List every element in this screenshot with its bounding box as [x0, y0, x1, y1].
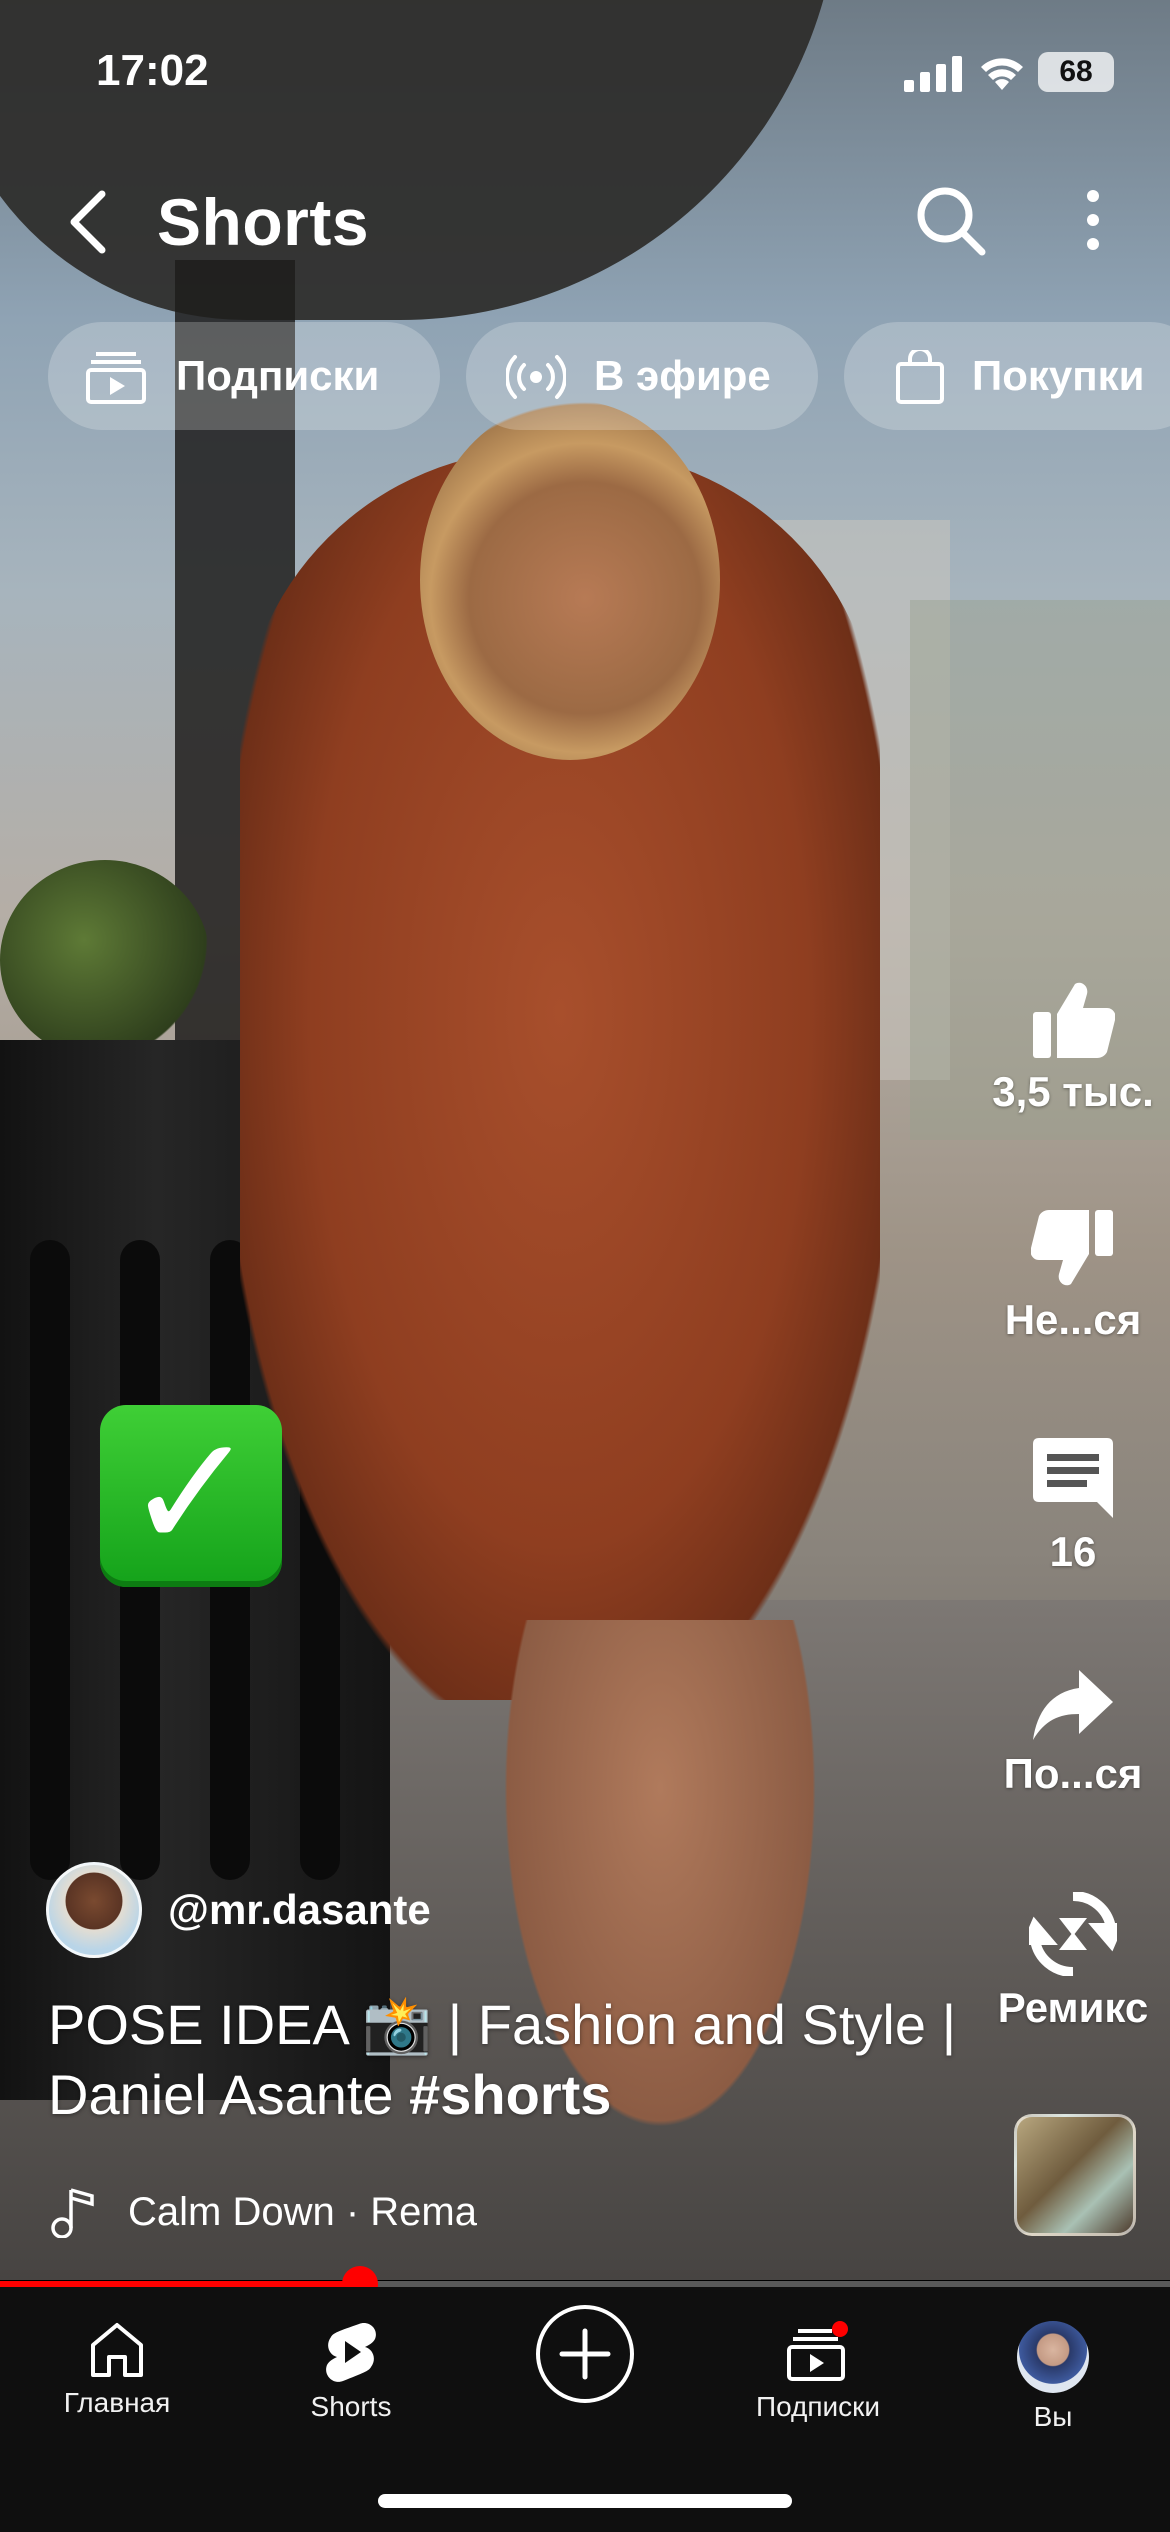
channel-avatar[interactable] [46, 1862, 142, 1958]
chip-label: Подписки [176, 352, 380, 399]
like-button[interactable]: 3,5 тыс. [963, 980, 1170, 1116]
nav-label: Вы [1033, 2401, 1073, 2432]
create-plus-icon [559, 2328, 611, 2380]
chip-live[interactable]: В эфире [466, 322, 818, 430]
share-arrow-icon [1033, 1670, 1113, 1740]
music-title: Calm Down · Rema [128, 2190, 477, 2234]
dislike-button[interactable]: Не...ся [963, 1208, 1170, 1344]
status-time: 17:02 [96, 46, 209, 95]
live-broadcast-icon [506, 355, 566, 399]
thumbs-up-icon [1033, 982, 1115, 1058]
video-title[interactable]: POSE IDEA 📸 | Fashion and Style | Daniel… [48, 1990, 988, 2130]
like-count: 3,5 тыс. [992, 1068, 1154, 1115]
chip-subscriptions[interactable]: Подписки [48, 322, 440, 430]
nav-item-you[interactable]: Вы [936, 2307, 1170, 2457]
nav-label: Главная [63, 2387, 171, 2418]
chip-shopping[interactable]: Покупки [844, 322, 1170, 430]
subscriptions-icon [787, 2321, 848, 2381]
search-icon[interactable] [912, 182, 988, 258]
create-button[interactable] [536, 2305, 634, 2403]
remix-icon [1029, 1892, 1117, 1976]
subscriptions-icon [86, 352, 146, 404]
checkmark-emoji: ✓ [100, 1405, 282, 1587]
wifi-icon [981, 58, 1023, 90]
remix-sound-thumbnail[interactable] [1014, 2114, 1136, 2236]
shorts-icon [326, 2323, 376, 2382]
shorts-screen: ✓ 17:02 68 Shorts Подписки В эфире Покуп… [0, 0, 1170, 2532]
share-label: По...ся [1003, 1750, 1143, 1797]
home-icon [91, 2323, 143, 2377]
shopping-bag-icon [896, 350, 944, 404]
nav-item-shorts[interactable]: Shorts [234, 2307, 468, 2457]
nav-item-home[interactable]: Главная [0, 2307, 234, 2457]
comment-count: 16 [1049, 1528, 1097, 1575]
comments-button[interactable]: 16 [963, 1436, 1170, 1576]
share-button[interactable]: По...ся [963, 1668, 1170, 1798]
battery-icon: 68 [1038, 52, 1114, 92]
page-title: Shorts [157, 185, 370, 259]
nav-item-subscriptions[interactable]: Подписки [701, 2307, 935, 2457]
cellular-signal-icon [904, 56, 962, 92]
back-arrow-icon[interactable] [56, 182, 136, 262]
avatar [1017, 2321, 1089, 2393]
music-note-icon [51, 2188, 94, 2238]
remix-label: Ремикс [997, 1984, 1149, 2031]
more-vertical-icon[interactable] [1068, 182, 1118, 258]
nav-label: Подписки [755, 2391, 881, 2422]
video-hashtag[interactable]: #shorts [409, 2063, 611, 2126]
header: Shorts [0, 170, 1170, 270]
status-bar: 17:02 68 [0, 0, 1170, 140]
channel-handle[interactable]: @mr.dasante [168, 1886, 431, 1934]
remix-button[interactable]: Ремикс [963, 1892, 1170, 2032]
chip-label: В эфире [594, 352, 771, 399]
comment-icon [1033, 1438, 1113, 1518]
dislike-label: Не...ся [1004, 1296, 1142, 1343]
home-indicator[interactable] [378, 2494, 792, 2508]
thumbs-down-icon [1031, 1210, 1113, 1286]
chip-label: Покупки [972, 352, 1145, 399]
nav-label: Shorts [310, 2391, 392, 2422]
